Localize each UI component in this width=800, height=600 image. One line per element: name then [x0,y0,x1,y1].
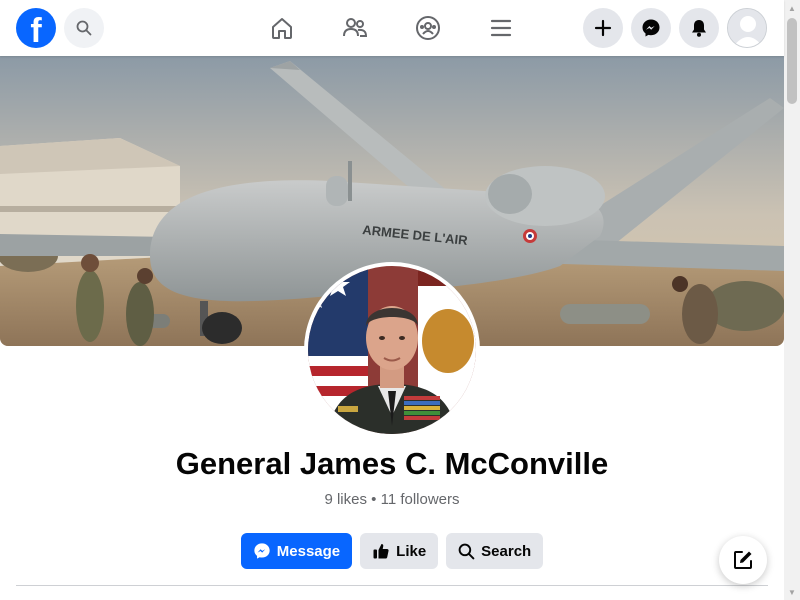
scroll-up-arrow-icon[interactable]: ▲ [784,0,800,16]
nav-groups[interactable] [412,12,444,44]
search-button[interactable] [64,8,104,48]
page-actions: Message Like Search [0,533,784,569]
like-button-label: Like [396,542,427,560]
likes-count[interactable]: 9 likes [324,491,367,508]
page-title: General James C. McConville [175,446,609,481]
facebook-logo[interactable]: f [16,8,56,48]
thumbs-up-icon [373,544,389,559]
plus-icon [594,19,612,37]
compose-icon [734,551,752,569]
scroll-down-arrow-icon[interactable]: ▼ [784,584,800,600]
messenger-button[interactable] [631,8,671,48]
section-divider [16,585,768,586]
nav-menu[interactable] [485,12,517,44]
avatar-placeholder-icon [728,9,766,47]
page-scrollbar[interactable]: ▲ ▼ [784,0,800,600]
home-icon [272,18,292,39]
account-avatar[interactable] [727,8,767,48]
nav-friends[interactable] [339,12,371,44]
menu-icon [490,19,512,37]
message-button[interactable]: Message [240,533,353,569]
messenger-icon [642,19,660,37]
search-icon [76,20,92,36]
profile-picture[interactable] [304,262,480,438]
nav-home[interactable] [266,12,298,44]
like-button[interactable]: Like [360,533,439,569]
stats-separator: • [371,491,377,508]
profile-portrait [308,266,476,434]
create-button[interactable] [583,8,623,48]
search-page-button[interactable]: Search [446,533,544,569]
messenger-icon [254,543,270,559]
top-navigation-bar: f [0,0,784,56]
search-button-label: Search [481,542,532,560]
search-icon [458,543,475,559]
page-stats: 9 likes • 11 followers [0,491,784,508]
friends-icon [343,18,368,37]
message-button-label: Message [276,542,341,560]
notifications-button[interactable] [679,8,719,48]
scroll-thumb[interactable] [787,18,797,104]
new-message-button[interactable] [719,536,767,584]
followers-count[interactable]: 11 followers [381,491,460,508]
facebook-logo-letter: f [30,12,42,48]
groups-icon [416,16,440,40]
bell-icon [692,20,706,37]
